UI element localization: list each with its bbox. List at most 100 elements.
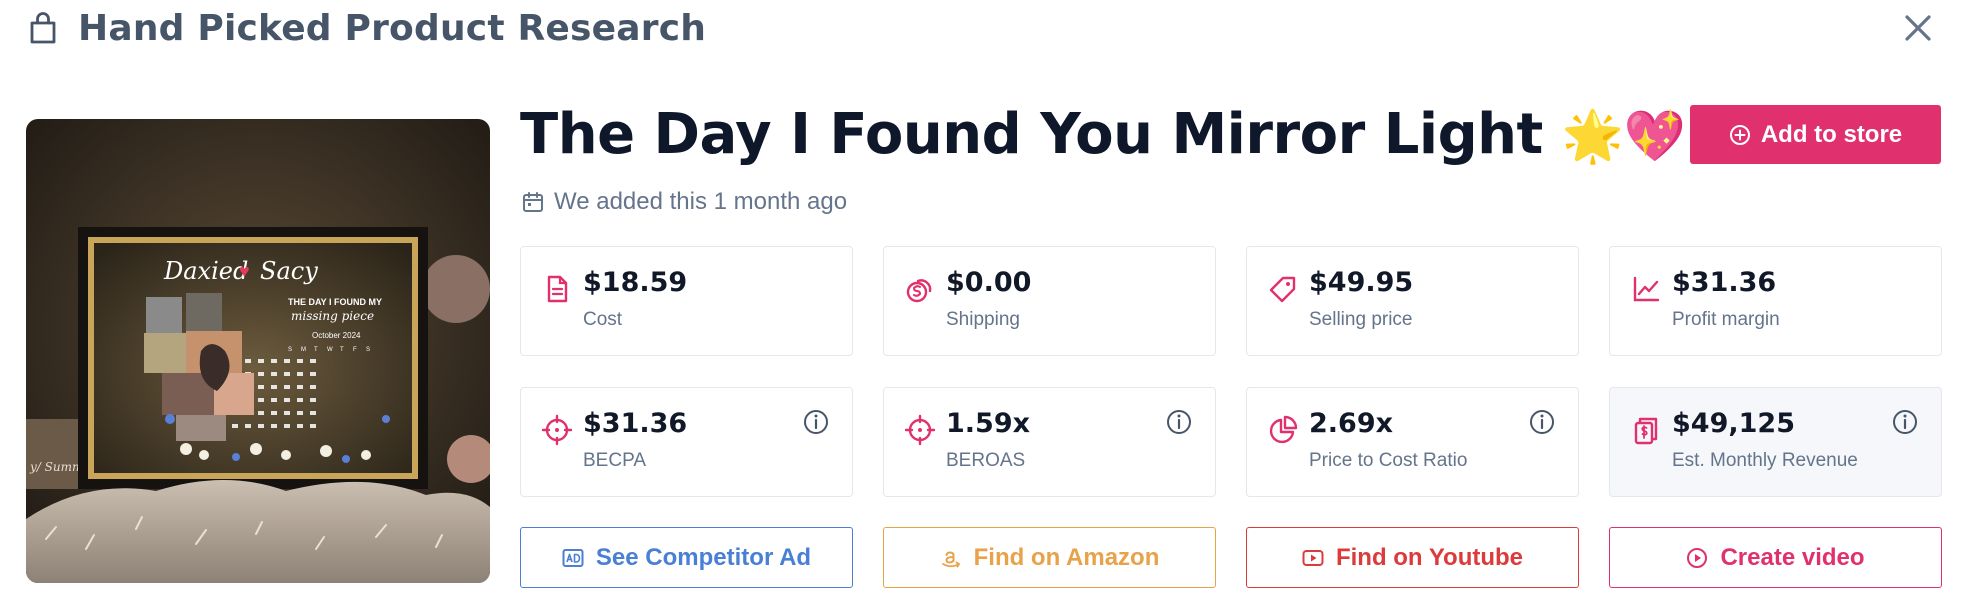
calendar-day: [297, 359, 303, 363]
play-circle-icon: [1687, 547, 1708, 568]
background-text: y/ Summ: [29, 460, 83, 474]
metric-card-price-to-cost: 2.69x Price to Cost Ratio: [1246, 387, 1579, 497]
calendar-day: [271, 424, 277, 428]
metric-label: Cost: [583, 309, 623, 330]
metric-card-cost: $18.59 Cost: [520, 246, 853, 356]
modal-title: Hand Picked Product Research: [78, 7, 707, 49]
calendar-day: [310, 411, 316, 415]
modal-header: Hand Picked Product Research: [28, 0, 706, 56]
find-on-amazon-label: Find on Amazon: [973, 543, 1160, 571]
metric-value: $49,125: [1672, 408, 1795, 439]
metric-card-shipping: $0.00 Shipping: [883, 246, 1216, 356]
calendar-day: [310, 359, 316, 363]
close-icon: [1905, 15, 1931, 41]
see-competitor-ad-label: See Competitor Ad: [595, 543, 812, 571]
document-icon: [547, 275, 568, 303]
calendar-day: [271, 359, 277, 363]
calendar-day: [297, 398, 303, 402]
calendar-day: [271, 372, 277, 376]
product-title-text: The Day I Found You Mirror Light: [520, 102, 1543, 167]
calendar-day: [310, 424, 316, 428]
metric-value: 1.59x: [946, 408, 1031, 439]
calendar-day: [284, 359, 290, 363]
metric-card-beroas: 1.59x BEROAS: [883, 387, 1216, 497]
metric-card-monthly-revenue: $49,125 Est. Monthly Revenue: [1609, 387, 1942, 497]
info-icon[interactable]: [802, 408, 830, 436]
info-icon[interactable]: [1891, 408, 1919, 436]
see-competitor-ad-button[interactable]: See Competitor Ad: [520, 527, 853, 588]
trend-icon: [1633, 276, 1660, 302]
add-to-store-button[interactable]: Add to store: [1690, 105, 1941, 164]
info-icon[interactable]: [1528, 408, 1556, 436]
crosshair-icon: [904, 414, 936, 446]
calendar-day: [297, 411, 303, 415]
calendar-icon: [523, 192, 543, 212]
info-icon[interactable]: [1165, 408, 1193, 436]
calendar-day: [284, 411, 290, 415]
calendar-day: [245, 359, 251, 363]
calendar-weekday: S: [366, 347, 370, 353]
crosshair-icon: [541, 414, 573, 446]
add-to-store-label: Add to store: [1760, 120, 1903, 148]
create-video-label: Create video: [1720, 543, 1865, 571]
calendar-weekday: T: [340, 347, 344, 353]
plus-circle-icon: [1729, 124, 1750, 145]
amazon-icon: [941, 550, 960, 567]
ad-icon: [562, 548, 584, 567]
metric-value: $18.59: [583, 267, 688, 298]
calendar-day: [271, 385, 277, 389]
metric-card-profit-margin: $31.36 Profit margin: [1609, 246, 1942, 356]
metric-label: Profit margin: [1672, 309, 1780, 330]
calendar-day: [258, 359, 264, 363]
money-icon: [1634, 417, 1658, 445]
calendar-day: [271, 411, 277, 415]
metric-value: $49.95: [1309, 267, 1414, 298]
product-title: The Day I Found You Mirror Light 🌟💖 ...: [520, 102, 1767, 167]
calendar-day: [310, 372, 316, 376]
calendar-weekday: W: [327, 347, 333, 353]
find-on-youtube-button[interactable]: Find on Youtube: [1246, 527, 1579, 588]
metric-card-selling-price: $49.95 Selling price: [1246, 246, 1579, 356]
metric-value: 2.69x: [1309, 408, 1394, 439]
calendar-day: [284, 424, 290, 428]
calendar-weekday: T: [314, 347, 318, 353]
calendar-day: [232, 424, 238, 428]
close-button[interactable]: [1900, 10, 1936, 46]
metric-label: Price to Cost Ratio: [1309, 450, 1468, 471]
metric-value: $31.36: [1672, 267, 1777, 298]
metric-label: BECPA: [583, 450, 647, 471]
metric-label: BEROAS: [946, 450, 1026, 471]
pie-icon: [1269, 415, 1298, 444]
calendar-day: [258, 372, 264, 376]
calendar-day: [284, 398, 290, 402]
calendar-day: [258, 385, 264, 389]
calendar-weekday: F: [353, 347, 357, 353]
youtube-icon: [1302, 549, 1324, 566]
calendar-day: [297, 385, 303, 389]
calendar-day: [284, 385, 290, 389]
image-name-left: Daxied: [163, 257, 248, 285]
calendar-day: [245, 424, 251, 428]
added-date: We added this 1 month ago: [522, 188, 847, 216]
image-line2: missing piece: [291, 309, 374, 323]
calendar-day: [310, 398, 316, 402]
metric-value: $0.00: [946, 267, 1032, 298]
find-on-amazon-button[interactable]: Find on Amazon: [883, 527, 1216, 588]
metric-label: Selling price: [1309, 309, 1413, 330]
calendar-day: [271, 398, 277, 402]
shopping-bag-icon: [30, 12, 56, 44]
calendar-day: [297, 372, 303, 376]
coins-icon: [906, 279, 932, 303]
calendar-day: [258, 424, 264, 428]
calendar-day: [284, 372, 290, 376]
svg-text:♥: ♥: [239, 261, 250, 281]
calendar-day: [258, 411, 264, 415]
image-line1: THE DAY I FOUND MY: [288, 297, 382, 307]
image-name-right: Sacy: [260, 257, 318, 285]
calendar-day: [297, 424, 303, 428]
tag-icon: [1269, 276, 1296, 303]
create-video-button[interactable]: Create video: [1609, 527, 1942, 588]
metric-value: $31.36: [583, 408, 688, 439]
calendar-day: [310, 385, 316, 389]
metric-label: Shipping: [946, 309, 1020, 330]
